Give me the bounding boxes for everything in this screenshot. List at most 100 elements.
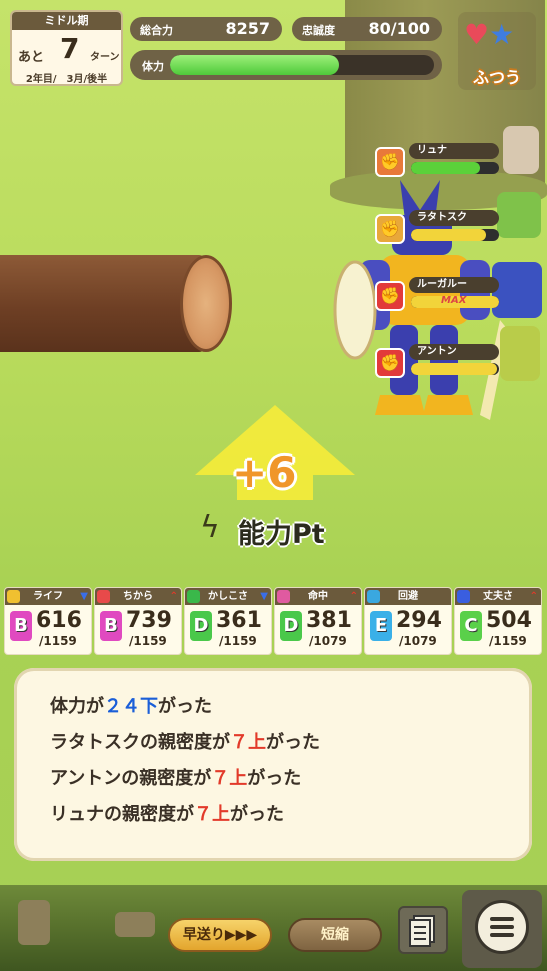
partner-name: ラタトスク <box>409 210 499 226</box>
stone-decoration <box>18 900 50 945</box>
partner-name: アントン <box>409 344 499 360</box>
stat-grade: D <box>190 611 212 641</box>
turn-suffix: ターン <box>90 52 120 63</box>
stat-icon <box>97 590 110 603</box>
log-highlight: ２４下 <box>104 696 158 717</box>
bond-fill <box>411 162 480 174</box>
bond-track <box>411 363 499 375</box>
stat-header: 命中 ⌃ <box>275 588 361 605</box>
partner-row[interactable]: ✊ アントン <box>375 344 505 380</box>
stat-icon <box>277 590 290 603</box>
stamina-fill <box>170 55 339 75</box>
bond-badge-icon: ✊ <box>375 214 405 244</box>
phase-label: ミドル期 <box>12 12 121 30</box>
document-icon <box>409 915 435 947</box>
stat-card: 回避 E 294/1079 <box>364 587 452 655</box>
mood-label: ふつう <box>472 68 521 87</box>
wooden-log <box>0 255 205 352</box>
stat-grade: B <box>100 611 122 641</box>
partner-row[interactable]: ✊ リュナ <box>375 143 505 179</box>
stat-icon <box>187 590 200 603</box>
log-line: 体力が２４下がった <box>50 692 212 718</box>
bond-fill <box>411 363 498 375</box>
mood-button[interactable]: ♥★ ふつう <box>458 12 536 90</box>
stat-grade: D <box>280 611 302 641</box>
menu-button[interactable] <box>462 890 542 968</box>
log-line: ラタトスクの親密度が７上がった <box>50 728 320 754</box>
stone-decoration <box>115 912 155 937</box>
bond-badge-icon: ✊ <box>375 147 405 177</box>
stat-header: ライフ ▼ <box>5 588 91 605</box>
stamina-bar: 体力 <box>130 50 442 80</box>
total-power-value: 8257 <box>225 19 270 38</box>
stat-trend-icon: ⌃ <box>349 591 358 602</box>
stat-max: /1159 <box>489 634 527 648</box>
bond-track <box>411 162 499 174</box>
turn-counter-panel: ミドル期 あと 7 ターン 2年目/ 3月/後半 <box>10 10 123 86</box>
stat-card: 丈夫さ ⌃ C 504/1159 <box>454 587 542 655</box>
stamina-label: 体力 <box>142 60 164 73</box>
stat-name: 回避 <box>398 591 418 602</box>
log-line: リュナの親密度が７上がった <box>50 800 284 826</box>
stat-value: 381 <box>306 608 352 633</box>
remaining-prefix: あと <box>18 50 45 65</box>
stat-header: 丈夫さ ⌃ <box>455 588 541 605</box>
stat-trend-icon: ▼ <box>80 591 88 602</box>
ability-point-gain: +6 <box>232 448 297 497</box>
stat-value: 616 <box>36 608 82 633</box>
stat-grade: C <box>460 611 482 641</box>
log-text-end: がった <box>247 768 302 789</box>
stat-name: ちから <box>123 591 153 602</box>
log-history-button[interactable] <box>398 906 448 954</box>
remaining-turns: 7 <box>60 32 80 65</box>
log-text: アントンの親密度が <box>50 768 212 789</box>
star-icon: ★ <box>489 18 515 51</box>
stat-name: かしこさ <box>208 591 248 602</box>
stat-max: /1159 <box>129 634 167 648</box>
stat-card: かしこさ ▼ D 361/1159 <box>184 587 272 655</box>
stat-grade: B <box>10 611 32 641</box>
loyalty-pill: 忠誠度 80/100 <box>292 17 442 41</box>
partner-name: ルーガルー <box>409 277 499 293</box>
log-text-end: がった <box>158 696 212 717</box>
partner-row[interactable]: ✊ ルーガルー MAX <box>375 277 505 313</box>
stat-trend-icon: ⌃ <box>169 591 178 602</box>
total-power-pill: 総合力 8257 <box>130 17 282 41</box>
log-highlight: ７上 <box>194 804 230 825</box>
stat-header: ちから ⌃ <box>95 588 181 605</box>
lightning-icon: ϟ <box>200 510 220 545</box>
log-line: アントンの親密度が７上がった <box>50 764 301 790</box>
partner-row[interactable]: ✊ ラタトスク <box>375 210 505 246</box>
stat-value: 739 <box>126 608 172 633</box>
stat-value: 504 <box>486 608 532 633</box>
result-log-panel: 体力が２４下がった ラタトスクの親密度が７上がった アントンの親密度が７上がった リュ… <box>14 668 532 861</box>
stat-card: ライフ ▼ B 616/1159 <box>4 587 92 655</box>
log-highlight: ７上 <box>211 768 248 789</box>
shorten-button[interactable]: 短縮 <box>288 918 382 952</box>
stat-grade: E <box>370 611 392 641</box>
stat-max: /1079 <box>399 634 437 648</box>
stat-card: 命中 ⌃ D 381/1079 <box>274 587 362 655</box>
partner-name: リュナ <box>409 143 499 159</box>
fast-forward-button[interactable]: 早送り▶▶▶ <box>168 918 272 952</box>
stat-trend-icon: ▼ <box>260 591 268 602</box>
stat-value: 361 <box>216 608 262 633</box>
total-power-label: 総合力 <box>140 24 173 37</box>
stat-max: /1079 <box>309 634 347 648</box>
stat-icon <box>367 590 380 603</box>
partner-portrait-anton <box>500 326 540 381</box>
loyalty-label: 忠誠度 <box>302 24 335 37</box>
stat-max: /1159 <box>219 634 257 648</box>
stat-name: ライフ <box>33 591 63 602</box>
log-text: リュナの親密度が <box>50 804 194 825</box>
stat-icon <box>457 590 470 603</box>
partner-portrait-ryuna <box>503 126 539 174</box>
calendar-date: 2年目/ 3月/後半 <box>25 74 108 85</box>
stat-card: ちから ⌃ B 739/1159 <box>94 587 182 655</box>
stat-header: 回避 <box>365 588 451 605</box>
stat-icon <box>7 590 20 603</box>
mood-icons: ♥★ <box>464 18 514 51</box>
log-text-end: がった <box>230 804 284 825</box>
stat-value: 294 <box>396 608 442 633</box>
log-text: 体力が <box>50 696 104 717</box>
